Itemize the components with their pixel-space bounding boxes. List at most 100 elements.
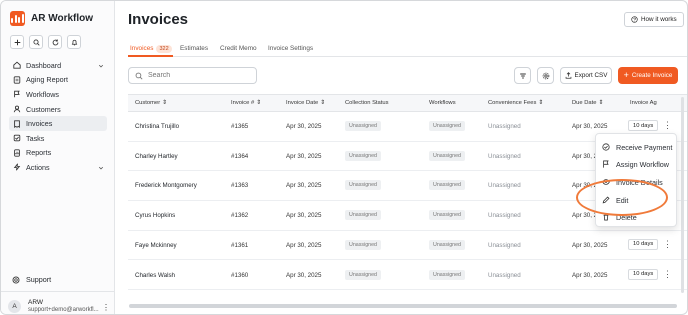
customer-cell[interactable]: Frederick Montgomery	[135, 182, 197, 189]
how-it-works-button[interactable]: How it works	[624, 12, 684, 27]
column-label: Collection Status	[345, 100, 389, 106]
create-invoice-button[interactable]: + Create Invoice	[618, 67, 678, 84]
workflow-badge[interactable]: Unassigned	[429, 239, 465, 250]
sidebar-item-support[interactable]: Support	[12, 275, 51, 284]
table-row[interactable]: Charles Walsh #1360 Apr 30, 2025 Unassig…	[128, 261, 687, 291]
dashboard-icon	[12, 61, 21, 70]
check-circle-icon	[602, 143, 610, 151]
column-header-convenience-fees[interactable]: Convenience Fees ⇕	[488, 100, 543, 106]
brand-name: AR Workflow	[31, 13, 94, 24]
tab-label: Invoices	[130, 45, 154, 52]
tab-label: Credit Memo	[220, 45, 257, 52]
filter-button[interactable]	[514, 67, 531, 84]
search-button[interactable]	[29, 35, 43, 49]
search-box[interactable]	[128, 67, 257, 84]
invoice-number-cell[interactable]: #1362	[231, 212, 248, 219]
count-badge: 322	[156, 44, 172, 53]
workflow-badge[interactable]: Unassigned	[429, 180, 465, 191]
chevron-down-icon[interactable]	[98, 62, 104, 71]
search-input[interactable]	[148, 72, 248, 79]
invoice-date-cell: Apr 30, 2025	[286, 152, 322, 160]
sidebar-item-actions[interactable]: Actions	[9, 160, 107, 175]
user-profile[interactable]: A ARW support+demo@arworkfl... ⋮	[1, 291, 115, 314]
tab-credit-memo[interactable]: Credit Memo	[220, 43, 257, 54]
refresh-button[interactable]	[48, 35, 62, 49]
collection-status-badge[interactable]: Unassigned	[345, 121, 381, 131]
menu-item-receive-payment[interactable]: Receive Payment	[602, 140, 672, 154]
workflow-badge[interactable]: Unassigned	[429, 121, 465, 131]
more-vertical-icon[interactable]: ⋮	[102, 303, 110, 312]
sidebar-item-dashboard[interactable]: Dashboard	[9, 58, 107, 73]
app-window: AR Workflow Dashboard Aging Report Workf…	[0, 0, 688, 315]
column-label: Invoice Date	[286, 100, 319, 106]
table-row[interactable]: Faye Mckinney #1361 Apr 30, 2025 Unassig…	[128, 231, 687, 261]
actions-icon	[12, 163, 21, 172]
sidebar-item-tasks[interactable]: Tasks	[9, 131, 107, 146]
sidebar-nav: Dashboard Aging Report Workflows Custome…	[9, 58, 107, 175]
sidebar-item-reports[interactable]: Reports	[9, 146, 107, 161]
settings-button[interactable]	[537, 67, 554, 84]
row-actions-icon[interactable]: ⋮	[663, 239, 672, 250]
sidebar-item-aging-report[interactable]: Aging Report	[9, 73, 107, 88]
invoice-number-cell[interactable]: #1365	[231, 123, 248, 130]
invoice-number-cell[interactable]: #1364	[231, 153, 248, 160]
invoice-number-cell[interactable]: #1360	[231, 272, 248, 279]
refresh-icon	[52, 39, 58, 45]
collection-status-badge[interactable]: Unassigned	[345, 269, 381, 280]
sidebar-item-label: Tasks	[26, 133, 45, 143]
aging-report-icon	[12, 75, 21, 84]
column-header-customer[interactable]: Customer ⇕	[135, 100, 167, 106]
invoice-number-cell[interactable]: #1363	[231, 182, 248, 189]
column-header-workflows[interactable]: Workflows	[429, 100, 456, 106]
convenience-fees-cell: Unassigned	[488, 182, 521, 190]
workflow-badge[interactable]: Unassigned	[429, 269, 465, 280]
sidebar-item-customers[interactable]: Customers	[9, 102, 107, 117]
row-actions-icon[interactable]: ⋮	[663, 120, 672, 131]
customer-cell[interactable]: Cyrus Hopkins	[135, 212, 175, 219]
customer-cell[interactable]: Christina Trujillo	[135, 123, 179, 130]
customer-cell[interactable]: Charley Hartley	[135, 153, 178, 160]
tab-invoice-settings[interactable]: Invoice Settings	[268, 43, 313, 54]
sort-icon: ⇕	[162, 100, 167, 106]
collection-status-badge[interactable]: Unassigned	[345, 239, 381, 250]
column-header-due-date[interactable]: Due Date ⇕	[572, 100, 603, 106]
add-button[interactable]	[10, 35, 24, 49]
column-header-collection-status[interactable]: Collection Status	[345, 100, 389, 106]
invoice-date-cell: Apr 30, 2025	[286, 241, 322, 249]
filter-icon	[519, 73, 526, 78]
sidebar-item-label: Aging Report	[26, 75, 68, 85]
column-header-invoice-age[interactable]: Invoice Ag	[630, 100, 657, 106]
tab-invoices[interactable]: Invoices 322	[130, 43, 172, 54]
tabs: Invoices 322 Estimates Credit Memo Invoi…	[128, 43, 687, 57]
menu-item-assign-workflow[interactable]: Assign Workflow	[602, 157, 669, 171]
customers-icon	[12, 105, 21, 114]
sidebar-item-workflows[interactable]: Workflows	[9, 87, 107, 102]
create-invoice-label: Create Invoice	[631, 72, 673, 79]
vertical-scrollbar[interactable]	[681, 97, 684, 293]
export-csv-button[interactable]: Export CSV	[560, 67, 612, 84]
customer-cell[interactable]: Charles Walsh	[135, 272, 175, 279]
brand[interactable]: AR Workflow	[10, 11, 93, 26]
chevron-down-icon[interactable]	[98, 164, 104, 173]
collection-status-badge[interactable]: Unassigned	[345, 180, 381, 191]
workflow-badge[interactable]: Unassigned	[429, 210, 465, 221]
column-header-invoice-number[interactable]: Invoice # ⇕	[231, 100, 261, 106]
row-actions-icon[interactable]: ⋮	[663, 269, 672, 280]
convenience-fees-cell: Unassigned	[488, 241, 521, 249]
sort-icon: ⇕	[598, 100, 604, 106]
column-header-invoice-date[interactable]: Invoice Date ⇕	[286, 100, 325, 106]
collection-status-badge[interactable]: Unassigned	[345, 150, 381, 161]
column-label: Workflows	[429, 100, 456, 106]
tab-estimates[interactable]: Estimates	[180, 43, 208, 54]
notifications-button[interactable]	[67, 35, 81, 49]
due-date-cell: Apr 30, 2025	[572, 123, 608, 130]
horizontal-scrollbar[interactable]	[129, 304, 677, 308]
invoice-number-cell[interactable]: #1361	[231, 242, 248, 249]
workflow-badge[interactable]: Unassigned	[429, 150, 465, 161]
customer-cell[interactable]: Faye Mckinney	[135, 242, 177, 249]
invoice-age-badge: 10 days	[628, 120, 659, 131]
sidebar-item-label: Invoices	[26, 119, 53, 129]
sidebar-item-invoices[interactable]: Invoices	[9, 116, 107, 131]
avatar: A	[8, 300, 21, 313]
collection-status-badge[interactable]: Unassigned	[345, 210, 381, 221]
